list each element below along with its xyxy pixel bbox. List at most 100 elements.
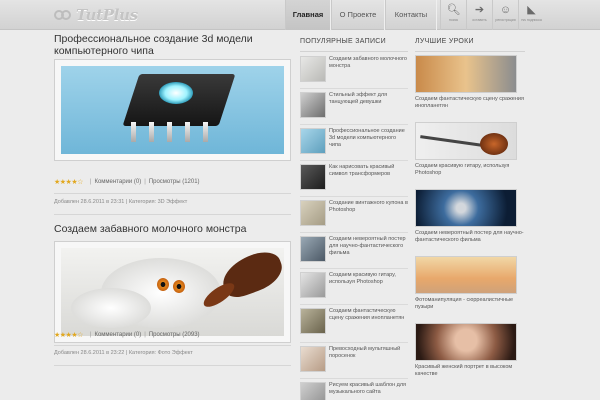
post-stats: ★★★★☆ | Комментарии (0) | Просмотры (209… [54, 329, 291, 341]
chip-illustration [61, 66, 284, 154]
monster-eye [157, 278, 169, 291]
search-label: поиск [448, 18, 459, 22]
thumbnail [415, 323, 517, 361]
header-tools: 🔍︎ поиск ➔ оставить ☺ регистрация ◣ rss … [440, 0, 544, 30]
search-button[interactable]: 🔍︎ поиск [440, 0, 466, 30]
thumbnail [415, 122, 517, 160]
thumbnail [300, 236, 326, 262]
thumbnail [415, 55, 517, 93]
post-title[interactable]: Профессиональное создание 3d модели комп… [54, 33, 291, 57]
rss-label: rss подписка [521, 18, 542, 22]
separator: | [89, 179, 92, 185]
list-item[interactable]: Как нарисовать красивый символ трансформ… [300, 160, 408, 196]
list-item-title: Создаем невероятный постер для научно-фа… [329, 236, 406, 256]
divider [54, 193, 291, 194]
thumbnail [300, 308, 326, 334]
rss-icon: ◣ [527, 4, 536, 16]
thumbnail [415, 256, 517, 294]
submit-button[interactable]: ➔ оставить [466, 0, 492, 30]
views-count: Просмотры (1201) [148, 179, 200, 185]
post-chip: Профессиональное создание 3d модели комп… [54, 33, 291, 215]
list-item[interactable]: Фотоманипуляция - сюрреалистичные пузыри [415, 256, 525, 311]
comments-link[interactable]: Комментарии (0) [94, 179, 141, 185]
comments-link[interactable]: Комментарии (0) [94, 332, 141, 338]
views-count: Просмотры (2093) [148, 332, 200, 338]
guitar-body [480, 133, 508, 155]
separator: | [144, 179, 146, 185]
site-header: TutPlus Главная О Проекте Контакты 🔍︎ по… [0, 0, 600, 30]
list-item-title: Фотоманипуляция - сюрреалистичные пузыри [415, 297, 514, 310]
divider [54, 365, 291, 366]
popular-heading: Популярные записи [300, 32, 408, 52]
nav-item-contacts[interactable]: Контакты [385, 0, 437, 30]
divider [54, 214, 291, 215]
chip-light [159, 82, 193, 104]
best-heading: Лучшие уроки [415, 32, 525, 52]
post-title[interactable]: Создаем забавного молочного монстра [54, 223, 291, 235]
list-item-title: Создаем красивую гитару, используя Photo… [329, 272, 396, 285]
list-item[interactable]: Создаем фантастическую сцену сражения ин… [415, 55, 525, 110]
monster-eye [173, 280, 185, 293]
list-item[interactable]: Создаем невероятный постер для научно-фа… [300, 232, 408, 268]
chip-pin [131, 122, 136, 142]
milk-splash [71, 288, 151, 328]
list-item-title: Создаем фантастическую сцену сражения ин… [329, 308, 405, 321]
list-item[interactable]: Создаем забавного молочного монстра [300, 52, 408, 88]
list-item[interactable]: Рисуем красивый шаблон для музыкального … [300, 378, 408, 400]
list-item-title: Красивый женский портрет в высоком качес… [415, 364, 513, 377]
post-stats: ★★★★☆ | Комментарии (0) | Просмотры (120… [54, 176, 291, 188]
post-image[interactable] [54, 59, 291, 161]
list-item-title: Создаем фантастическую сцену сражения ин… [415, 96, 524, 109]
list-item-title: Создаем красивую гитару, используя Photo… [415, 163, 510, 176]
list-item-title: Создание винтажного купона в Photoshop [329, 200, 408, 213]
rating-stars-icon[interactable]: ★★★★☆ [54, 331, 83, 339]
register-button[interactable]: ☺ регистрация [492, 0, 518, 30]
divider [54, 345, 291, 346]
list-item-title: Рисуем красивый шаблон для музыкального … [329, 382, 407, 395]
list-item-title: Как нарисовать красивый символ трансформ… [329, 164, 395, 177]
chip-pin [203, 122, 208, 142]
list-item[interactable]: Стильный эффект для танцующей девушки [300, 88, 408, 124]
thumbnail [300, 346, 326, 372]
post-image[interactable] [54, 241, 291, 343]
chip-pin [149, 122, 154, 142]
arrow-right-icon: ➔ [474, 4, 485, 16]
chip-pin [185, 122, 190, 142]
thumbnail [300, 200, 326, 226]
post-meta: Добавлен 28.6.2011 в 23:22 | Категория: … [54, 350, 193, 356]
post-meta: Добавлен 28.6.2011 в 23:31 | Категория: … [54, 199, 188, 205]
thumbnail [415, 189, 517, 227]
submit-label: оставить [472, 18, 487, 22]
post-milk-monster: Создаем забавного молочного монстра ★★★★… [54, 223, 291, 366]
thumbnail [300, 272, 326, 298]
rating-stars-icon[interactable]: ★★★★☆ [54, 178, 83, 186]
rss-button[interactable]: ◣ rss подписка [518, 0, 544, 30]
logo-rings-icon [54, 8, 74, 22]
list-item[interactable]: Создаем красивую гитару, используя Photo… [300, 268, 408, 304]
milk-monster-illustration [61, 248, 284, 336]
list-item-title: Создаем забавного молочного монстра [329, 56, 407, 69]
register-label: регистрация [495, 18, 516, 22]
list-item[interactable]: Создание винтажного купона в Photoshop [300, 196, 408, 232]
list-item[interactable]: Красивый женский портрет в высоком качес… [415, 323, 525, 378]
thumbnail [300, 164, 326, 190]
list-item[interactable]: Создаем фантастическую сцену сражения ин… [300, 304, 408, 340]
list-item-title: Профессиональное создание 3d модели комп… [329, 128, 405, 148]
chip-pin [167, 122, 172, 142]
list-item[interactable]: Создаем красивую гитару, используя Photo… [415, 122, 525, 177]
popular-posts: Популярные записи Создаем забавного моло… [300, 32, 408, 400]
list-item[interactable]: Превосходный мультяшный поросенок [300, 342, 408, 378]
list-item[interactable]: Создаем невероятный постер для научно-фа… [415, 189, 525, 244]
nav-item-home[interactable]: Главная [285, 0, 331, 30]
thumbnail [300, 382, 326, 400]
thumbnail [300, 92, 326, 118]
main-nav: Главная О Проекте Контакты [285, 0, 437, 30]
best-lessons: Лучшие уроки Создаем фантастическую сцен… [415, 32, 525, 377]
list-item-title: Стильный эффект для танцующей девушки [329, 92, 388, 105]
nav-item-about[interactable]: О Проекте [331, 0, 385, 30]
users-icon: ☺ [499, 4, 512, 16]
list-item[interactable]: Профессиональное создание 3d модели комп… [300, 124, 408, 160]
logo-text: TutPlus [76, 6, 138, 24]
separator: | [144, 332, 146, 338]
site-logo[interactable]: TutPlus [54, 5, 138, 25]
